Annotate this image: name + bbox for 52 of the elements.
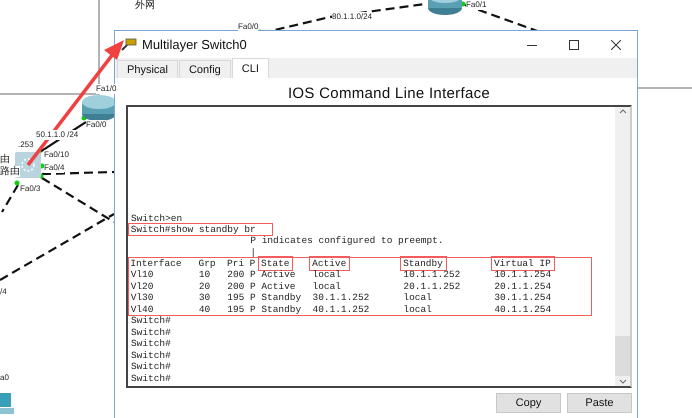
router-icon[interactable] bbox=[82, 95, 116, 121]
column-heading: Pri bbox=[226, 256, 245, 270]
port-label: 50.1.1.0 /24 bbox=[36, 130, 78, 140]
router-icon[interactable] bbox=[428, 0, 462, 15]
highlighted-column-heading: State bbox=[258, 256, 294, 271]
port-label: 外网 bbox=[135, 0, 155, 11]
terminal-line: Switch# bbox=[131, 326, 171, 338]
port-label: Fa0/0 bbox=[238, 22, 258, 32]
terminal[interactable] bbox=[126, 105, 632, 388]
terminal-line: Switch# bbox=[131, 315, 171, 326]
tab[interactable]: CLI bbox=[232, 58, 269, 78]
port-label: Fa0/4 bbox=[44, 163, 64, 173]
port-label: Fa1/0 bbox=[96, 84, 116, 94]
scroll-thumb[interactable] bbox=[615, 336, 630, 376]
highlighted-column-heading: Standby bbox=[400, 256, 447, 271]
action-button[interactable]: Paste bbox=[567, 393, 632, 413]
port-label: 由 bbox=[0, 154, 10, 165]
area-border bbox=[638, 87, 692, 89]
port-label: .253 bbox=[18, 140, 34, 150]
scrollbar[interactable] bbox=[615, 107, 630, 386]
computer-icon[interactable] bbox=[0, 393, 14, 414]
column-heading: Interface bbox=[129, 256, 183, 270]
terminal-line: | bbox=[249, 246, 256, 258]
port-label: Fa0/3 bbox=[20, 184, 40, 194]
port-label: Fa0/0 bbox=[86, 120, 106, 130]
terminal-line: Vl40 40 195 P Standby 40.1.1.252 local 40.1.1.254 bbox=[130, 304, 552, 316]
tab[interactable]: Config bbox=[178, 60, 231, 78]
terminal-line: Switch# bbox=[131, 350, 171, 361]
terminal-line: Switch>en bbox=[131, 212, 182, 224]
panel-heading: IOS Command Line Interface bbox=[286, 84, 492, 104]
terminal-line: Switch# bbox=[131, 361, 171, 372]
close-icon bbox=[611, 40, 621, 50]
terminal-line: Vl10 10 200 P Active local 10.1.1.252 10.1.1.254 bbox=[130, 269, 552, 281]
port-label: Fa0/1 bbox=[466, 0, 486, 10]
tab[interactable]: Physical bbox=[117, 60, 178, 78]
action-button[interactable]: Copy bbox=[496, 393, 561, 413]
highlighted-column-heading: Active bbox=[309, 256, 350, 271]
port-label: Fa0/10 bbox=[44, 150, 69, 160]
highlighted-column-heading: Virtual IP bbox=[491, 256, 555, 271]
terminal-line: Switch# bbox=[131, 338, 171, 350]
column-heading: P bbox=[248, 257, 256, 270]
window-title: Multilayer Switch0 bbox=[142, 37, 248, 52]
column-heading: Grp bbox=[198, 256, 217, 270]
terminal-line: Switch# bbox=[131, 372, 171, 384]
port-label: /4 bbox=[0, 287, 7, 297]
terminal-line: P indicates configured to preempt. bbox=[249, 235, 444, 247]
port-label: 80.1.1.0/24 bbox=[332, 12, 372, 22]
maximize-icon bbox=[569, 40, 579, 50]
port-label: a0 bbox=[0, 373, 9, 383]
terminal-line: Vl30 30 195 P Standby 30.1.1.252 local 30.1.1.254 bbox=[130, 292, 552, 304]
port-label: 路由 bbox=[0, 166, 20, 177]
terminal-line: Vl20 20 200 P Active local 20.1.1.252 20.1.1.254 bbox=[130, 280, 552, 292]
